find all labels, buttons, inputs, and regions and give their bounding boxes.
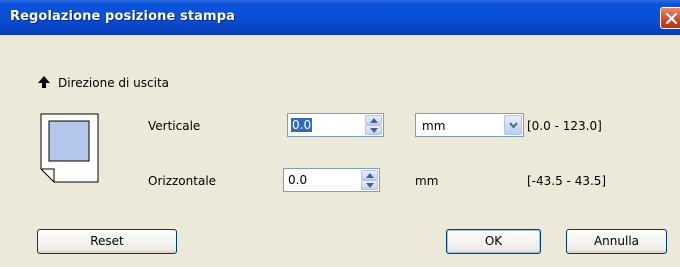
unit-select[interactable]: mm <box>415 113 524 137</box>
vertical-increment-button[interactable] <box>365 115 382 125</box>
reset-button[interactable]: Reset <box>37 229 177 254</box>
up-arrow-icon <box>370 118 378 123</box>
output-direction-label: Direzione di uscita <box>58 76 170 90</box>
down-arrow-icon <box>366 183 374 188</box>
unit-dropdown-button[interactable] <box>504 115 522 135</box>
arrow-up-icon <box>38 76 50 88</box>
horizontal-range: [-43.5 - 43.5] <box>527 174 607 188</box>
vertical-decrement-button[interactable] <box>365 125 382 135</box>
horizontal-increment-button[interactable] <box>361 170 378 180</box>
horizontal-label: Orizzontale <box>148 174 217 188</box>
close-button[interactable] <box>660 7 680 29</box>
vertical-spinbox[interactable]: 0.0 <box>287 113 384 137</box>
close-icon <box>665 12 678 25</box>
vertical-value[interactable]: 0.0 <box>291 118 313 132</box>
dialog-body: Direzione di uscita Verticale 0.0 mm [0.… <box>0 35 680 267</box>
ok-button[interactable]: OK <box>446 229 541 254</box>
window-title: Regolazione posizione stampa <box>10 9 235 24</box>
horizontal-spinbox[interactable]: 0.0 <box>283 168 380 192</box>
vertical-range: [0.0 - 123.0] <box>527 119 602 133</box>
horizontal-spin-arrows <box>361 170 378 190</box>
horizontal-decrement-button[interactable] <box>361 180 378 190</box>
up-arrow-icon <box>366 173 374 178</box>
vertical-spin-arrows <box>365 115 382 135</box>
horizontal-unit: mm <box>415 174 439 188</box>
horizontal-value[interactable]: 0.0 <box>288 173 307 187</box>
unit-select-value: mm <box>422 119 446 133</box>
paper-icon <box>40 113 99 183</box>
cancel-button[interactable]: Annulla <box>566 229 667 254</box>
title-bar[interactable]: Regolazione posizione stampa <box>0 0 680 35</box>
vertical-label: Verticale <box>148 119 201 133</box>
down-arrow-icon <box>370 128 378 133</box>
chevron-down-icon <box>509 122 518 129</box>
